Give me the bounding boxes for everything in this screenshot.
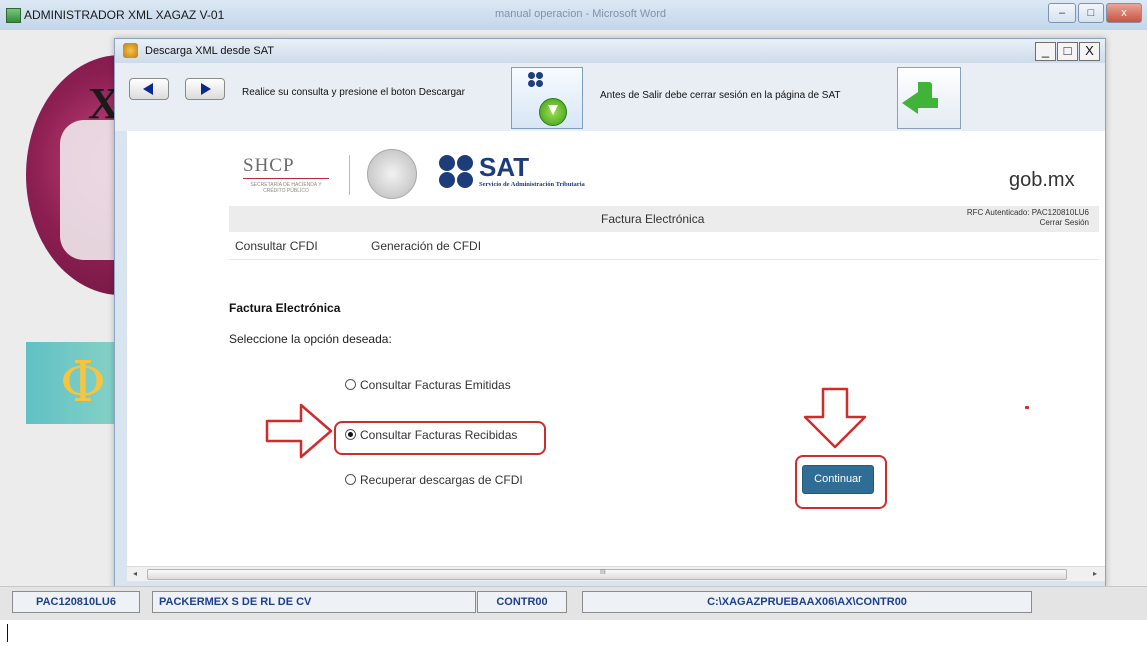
download-button[interactable] <box>511 67 583 129</box>
back-button[interactable] <box>129 78 169 100</box>
toolbar-instruction: Realice su consulta y presione el boton … <box>242 87 465 98</box>
bottom-area <box>0 620 1147 646</box>
app-icon <box>6 8 21 23</box>
option-facturas-emitidas[interactable]: Consultar Facturas Emitidas <box>345 378 511 392</box>
sat-download-icon <box>526 70 546 96</box>
option-label: Consultar Facturas Recibidas <box>360 428 518 442</box>
shcp-logo-line <box>243 178 329 179</box>
radio-button[interactable] <box>345 474 356 485</box>
status-rfc: PAC120810LU6 <box>12 591 140 613</box>
dialog-maximize-button[interactable]: □ <box>1057 42 1078 61</box>
status-path: C:\XAGAZPRUEBAAX06\AX\CONTR00 <box>582 591 1032 613</box>
status-code: CONTR00 <box>477 591 567 613</box>
shcp-subtitle: SECRETARÍA DE HACIENDA Y CRÉDITO PÚBLICO <box>250 182 322 194</box>
arrow-right-icon <box>201 83 211 95</box>
option-recuperar-descargas[interactable]: Recuperar descargas de CFDI <box>345 473 523 487</box>
scroll-left-icon[interactable]: ◂ <box>133 569 137 578</box>
sat-logo-text: SAT <box>479 152 530 182</box>
minimize-button[interactable]: – <box>1048 3 1076 23</box>
annotation-arrow-right-icon <box>265 403 333 459</box>
rfc-authenticated: RFC Autenticado: PAC120810LU6 Cerrar Ses… <box>947 208 1089 228</box>
dialog-title: Descarga XML desde SAT <box>145 45 275 57</box>
national-seal-icon <box>367 149 417 199</box>
continuar-button[interactable]: Continuar <box>802 465 874 494</box>
logout-link[interactable]: Cerrar Sesión <box>947 218 1089 228</box>
background-window-title: manual operacion - Microsoft Word <box>495 8 666 20</box>
download-arrow-icon <box>539 98 567 126</box>
menu-consultar-cfdi[interactable]: Consultar CFDI <box>235 239 318 253</box>
text-cursor <box>7 624 8 642</box>
dialog-minimize-button[interactable]: _ <box>1035 42 1056 61</box>
phi-logo-icon: Φ <box>60 350 106 415</box>
sat-logo-subtitle: Servicio de Administración Tributaria <box>479 181 585 188</box>
scrollbar-grip: III <box>600 569 606 576</box>
option-facturas-recibidas[interactable]: Consultar Facturas Recibidas <box>345 428 517 442</box>
exit-button[interactable] <box>897 67 961 129</box>
status-company: PACKERMEX S DE RL DE CV <box>152 591 476 613</box>
option-label: Recuperar descargas de CFDI <box>360 473 523 487</box>
annotation-arrow-down-icon <box>803 387 867 449</box>
logo-divider <box>349 155 350 195</box>
close-button[interactable]: x <box>1106 3 1142 23</box>
rfc-authenticated-text: RFC Autenticado: PAC120810LU6 <box>966 208 1089 217</box>
dialog-close-button[interactable]: X <box>1079 42 1100 61</box>
radio-button[interactable] <box>345 379 356 390</box>
maximize-button[interactable]: □ <box>1078 3 1104 23</box>
app-title-bar: ADMINISTRADOR XML XAGAZ V-01 manual oper… <box>0 0 1147 31</box>
status-bar: PAC120810LU6 PACKERMEX S DE RL DE CV CON… <box>0 586 1147 621</box>
sat-logo-icon <box>439 155 475 189</box>
selection-instruction: Seleccione la opción deseada: <box>229 332 392 346</box>
download-dialog: Descarga XML desde SAT _ □ X Realice su … <box>114 38 1106 588</box>
gob-mx-logo: gob.mx <box>1009 169 1075 191</box>
menu-generacion-cfdi[interactable]: Generación de CFDI <box>371 239 481 253</box>
dialog-title-bar: Descarga XML desde SAT _ □ X <box>115 39 1105 63</box>
radio-button-selected[interactable] <box>345 429 356 440</box>
horizontal-scrollbar[interactable]: ◂ III ▸ <box>127 566 1105 581</box>
arrow-left-icon <box>143 83 153 95</box>
scrollbar-thumb[interactable]: III <box>147 569 1067 580</box>
app-title: ADMINISTRADOR XML XAGAZ V-01 <box>24 8 225 22</box>
option-label: Consultar Facturas Emitidas <box>360 378 511 392</box>
sat-web-page: SHCP SECRETARÍA DE HACIENDA Y CRÉDITO PÚ… <box>127 131 1105 571</box>
dialog-app-icon <box>123 43 138 58</box>
logout-note: Antes de Salir debe cerrar sesión en la … <box>600 90 841 101</box>
nav-title: Factura Electrónica <box>601 212 705 226</box>
shcp-logo: SHCP <box>243 155 295 176</box>
window-controls: – □ x <box>1048 3 1143 23</box>
scroll-right-icon[interactable]: ▸ <box>1093 569 1097 578</box>
forward-button[interactable] <box>185 78 225 100</box>
section-title: Factura Electrónica <box>229 301 341 315</box>
menu-divider <box>229 259 1099 260</box>
annotation-dot <box>1025 406 1029 409</box>
